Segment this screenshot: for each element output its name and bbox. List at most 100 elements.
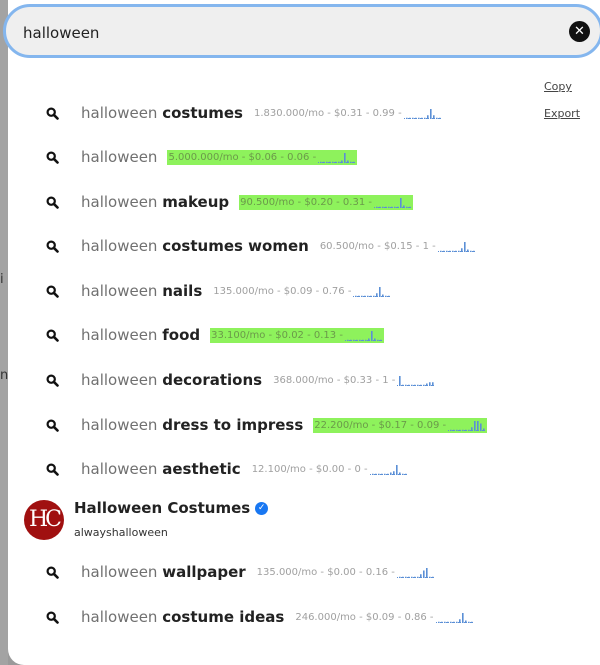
keyword-metrics: 5.000.000/mo - $0.06 - 0.06 -	[167, 149, 358, 165]
sparkline-bar	[474, 420, 476, 431]
sparkline-bar	[410, 576, 413, 578]
copy-link[interactable]: Copy	[544, 80, 572, 93]
sparkline-bar	[467, 621, 470, 623]
suggestion-completion: costume ideas	[162, 608, 285, 626]
search-icon	[46, 610, 60, 624]
sparkline-bar	[483, 428, 485, 431]
sparkline-bar	[411, 117, 414, 119]
sparkline-bar	[437, 621, 440, 623]
sparkline-bar	[394, 206, 396, 208]
sparkline-bar	[380, 473, 383, 475]
sparkline-bar	[426, 114, 429, 119]
keyword-metrics: 1.830.000/mo - $0.31 - 0.99 -	[253, 106, 443, 121]
sparkline-bar	[399, 375, 401, 386]
search-bar: ✕	[3, 4, 600, 58]
sparkline-bar	[406, 206, 408, 208]
sparkline-bar	[463, 241, 466, 252]
sparkline-bar	[451, 250, 454, 252]
sparkline-bar	[465, 429, 467, 431]
suggestion-completion: dress to impress	[162, 416, 304, 434]
sparkline-bar	[411, 384, 413, 386]
sparkline-bar	[405, 384, 407, 386]
close-circle-icon[interactable]: ✕	[569, 21, 590, 42]
sparkline-bar	[388, 206, 390, 208]
suggestion-item[interactable]: halloween makeup 90.500/mo - $0.20 - 0.3…	[16, 182, 536, 222]
sparkline-bar	[374, 473, 377, 475]
suggestion-item[interactable]: halloween nails 135.000/mo - $0.09 - 0.7…	[16, 271, 536, 311]
sparkline-bar	[440, 621, 443, 623]
export-link[interactable]: Export	[544, 107, 580, 120]
sparkline-bar	[414, 117, 417, 119]
sparkline-bar	[371, 473, 374, 475]
background-text-fragment: i	[0, 272, 4, 287]
sparkline-bar	[439, 250, 442, 252]
sparkline-bar	[420, 384, 422, 386]
sparkline-bar	[370, 330, 373, 341]
sparkline-bar	[379, 286, 382, 297]
keyword-metrics: 135.000/mo - $0.00 - 0.16 -	[256, 565, 436, 580]
sparkline-bar	[417, 384, 419, 386]
sparkline-bar	[408, 117, 411, 119]
sparkline-bar	[454, 250, 457, 252]
suggestion-item[interactable]: halloween food 33.100/mo - $0.02 - 0.13 …	[16, 315, 536, 355]
sparkline-bar	[377, 473, 380, 475]
keyword-metrics: 33.100/mo - $0.02 - 0.13 -	[210, 327, 384, 343]
trend-sparkline	[397, 375, 436, 386]
sparkline-bar	[445, 250, 448, 252]
search-icon	[46, 284, 60, 298]
suggestion-item[interactable]: halloween aesthetic 12.100/mo - $0.00 - …	[16, 449, 536, 489]
sparkline-bar	[404, 576, 407, 578]
sparkline-bar	[401, 576, 404, 578]
suggestion-item[interactable]: halloween decorations 368.000/mo - $0.33…	[16, 360, 536, 400]
suggestion-item[interactable]: halloween wallpaper 135.000/mo - $0.00 -…	[16, 552, 536, 592]
suggestion-item[interactable]: halloween costumes women 60.500/mo - $0.…	[16, 226, 536, 266]
suggestion-text: halloween aesthetic	[81, 460, 241, 478]
suggestion-completion: decorations	[162, 371, 263, 389]
sparkline-bar	[335, 161, 337, 163]
suggestion-completion: nails	[162, 282, 203, 300]
sparkline-bar	[405, 117, 408, 119]
search-icon	[46, 565, 60, 579]
sparkline-bar	[329, 161, 331, 163]
sparkline-bar	[420, 117, 423, 119]
sparkline-bar	[435, 117, 438, 119]
sparkline-bar	[388, 295, 391, 297]
trend-sparkline	[403, 108, 442, 119]
sparkline-bar	[431, 576, 434, 578]
suggestion-item[interactable]: halloween 5.000.000/mo - $0.06 - 0.06 -	[16, 137, 536, 177]
profile-suggestion[interactable]: HC Halloween Costumes ✓ alwayshalloween	[24, 496, 424, 544]
sparkline-bar	[443, 621, 446, 623]
sparkline-bar	[358, 339, 361, 341]
sparkline-bar	[367, 295, 370, 297]
sparkline-bar	[353, 161, 355, 163]
sparkline-bar	[428, 576, 431, 578]
sparkline-bar	[344, 152, 346, 163]
sparkline-bar	[361, 339, 364, 341]
sparkline-bar	[379, 206, 381, 208]
suggestion-completion: food	[162, 326, 201, 344]
suggestion-item[interactable]: halloween dress to impress 22.200/mo - $…	[16, 405, 536, 445]
sparkline-bar	[391, 206, 393, 208]
sparkline-bar	[472, 250, 475, 252]
sparkline-bar	[401, 473, 404, 475]
sparkline-bar	[457, 250, 460, 252]
sparkline-bar	[423, 117, 426, 119]
sparkline-bar	[464, 620, 467, 623]
suggestion-text: halloween costumes women	[81, 237, 309, 255]
search-icon	[46, 462, 60, 476]
sparkline-bar	[364, 295, 367, 297]
sparkline-bar	[429, 381, 431, 386]
sparkline-bar	[352, 339, 355, 341]
search-input[interactable]	[21, 19, 545, 47]
sparkline-bar	[382, 294, 385, 297]
suggestion-item[interactable]: halloween costumes 1.830.000/mo - $0.31 …	[16, 93, 536, 133]
sparkline-bar	[429, 108, 432, 119]
suggestion-text: halloween dress to impress	[81, 416, 304, 434]
sparkline-bar	[462, 429, 464, 431]
sparkline-bar	[386, 473, 389, 475]
trend-sparkline	[448, 420, 487, 431]
sparkline-bar	[373, 338, 376, 341]
suggestion-item[interactable]: halloween costume ideas 246.000/mo - $0.…	[16, 597, 536, 637]
sparkline-bar	[458, 618, 461, 623]
sparkline-bar	[423, 384, 425, 386]
